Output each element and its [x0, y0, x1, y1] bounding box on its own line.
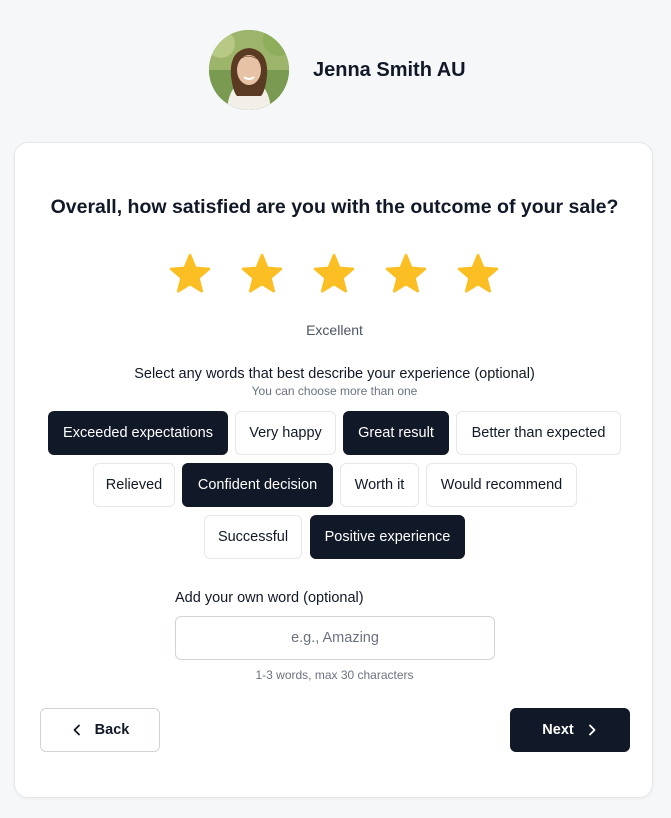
own-word-input[interactable] [175, 616, 495, 660]
chip-would-recommend[interactable]: Would recommend [426, 463, 577, 507]
chevron-right-icon [588, 724, 596, 736]
back-button-label: Back [94, 722, 130, 738]
words-title: Select any words that best describe your… [134, 366, 535, 382]
chip-confident-decision[interactable]: Confident decision [182, 463, 333, 507]
question-title: Overall, how satisfied are you with the … [50, 196, 619, 218]
chip-successful[interactable]: Successful [204, 515, 302, 559]
chip-worth-it[interactable]: Worth it [340, 463, 419, 507]
chip-exceeded-expectations[interactable]: Exceeded expectations [48, 411, 228, 455]
back-button[interactable]: Back [40, 708, 160, 752]
own-word-hint: 1-3 words, max 30 characters [255, 668, 414, 682]
own-word-label: Add your own word (optional) [175, 590, 364, 606]
chip-positive-experience[interactable]: Positive experience [310, 515, 465, 559]
star-icon[interactable] [454, 251, 502, 299]
next-button[interactable]: Next [510, 708, 630, 752]
words-subtitle: You can choose more than one [251, 384, 418, 398]
agent-name: Jenna Smith AU [313, 59, 466, 81]
agent-avatar [209, 30, 289, 110]
chevron-left-icon [73, 724, 80, 736]
star-rating [166, 251, 506, 299]
rating-label: Excellent [306, 322, 363, 338]
star-icon[interactable] [310, 251, 358, 299]
star-icon[interactable] [166, 251, 214, 299]
chip-great-result[interactable]: Great result [343, 411, 449, 455]
chip-better-than-expected[interactable]: Better than expected [456, 411, 621, 455]
star-icon[interactable] [382, 251, 430, 299]
star-icon[interactable] [238, 251, 286, 299]
chip-very-happy[interactable]: Very happy [235, 411, 336, 455]
next-button-label: Next [542, 722, 574, 738]
agent-header: Jenna Smith AU [0, 0, 671, 142]
chip-relieved[interactable]: Relieved [93, 463, 175, 507]
survey-card: Overall, how satisfied are you with the … [14, 142, 653, 798]
